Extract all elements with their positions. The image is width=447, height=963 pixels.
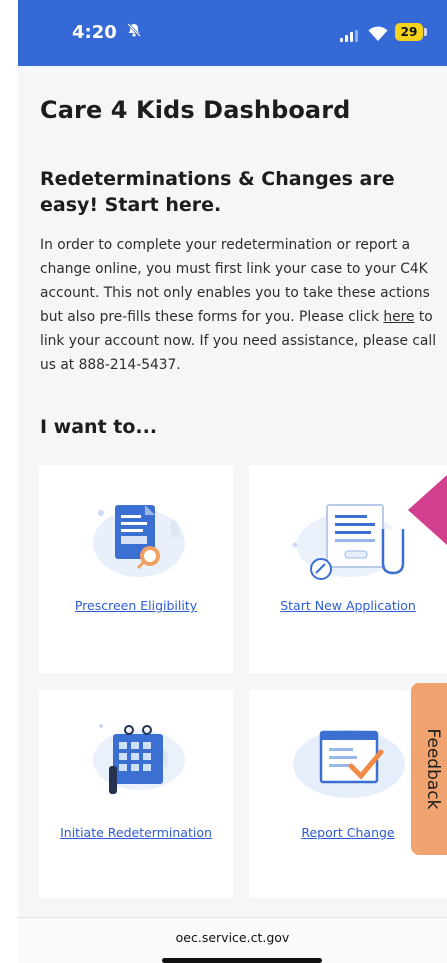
card-initiate-redetermination[interactable]: Initiate Redetermination bbox=[39, 690, 233, 898]
bell-slash-icon bbox=[126, 22, 142, 42]
feedback-tab[interactable]: Feedback bbox=[411, 683, 447, 855]
calendar-icon bbox=[93, 724, 185, 794]
phone-screen: 4:20 29 Care 4 Kids Dashboard Redetermin… bbox=[18, 0, 447, 963]
card-prescreen-eligibility[interactable]: Prescreen Eligibility bbox=[39, 465, 233, 673]
status-time: 4:20 bbox=[72, 22, 117, 43]
link-account-link[interactable]: here bbox=[383, 309, 414, 325]
page-subtitle: Redeterminations & Changes are easy! Sta… bbox=[40, 168, 395, 216]
feedback-label: Feedback bbox=[423, 728, 443, 810]
initiate-redetermination-link[interactable]: Initiate Redetermination bbox=[39, 825, 233, 840]
battery-tip bbox=[424, 28, 427, 36]
section-heading: I want to... bbox=[40, 416, 158, 438]
status-bar: 4:20 29 bbox=[18, 0, 447, 66]
intro-paragraph: In order to complete your redeterminatio… bbox=[40, 233, 444, 377]
cellular-signal-icon bbox=[340, 30, 360, 42]
battery-indicator: 29 bbox=[395, 23, 423, 41]
wifi-icon bbox=[367, 24, 389, 42]
intro-text-before: In order to complete your redeterminatio… bbox=[40, 237, 430, 325]
prescreen-eligibility-link[interactable]: Prescreen Eligibility bbox=[39, 598, 233, 613]
page-title: Care 4 Kids Dashboard bbox=[40, 96, 351, 124]
url-text: oec.service.ct.gov bbox=[175, 930, 290, 945]
document-search-icon bbox=[93, 505, 185, 577]
start-new-application-link[interactable]: Start New Application bbox=[249, 598, 447, 613]
browser-url-bar[interactable]: oec.service.ct.gov bbox=[18, 917, 447, 963]
pink-triangle-decoration bbox=[408, 475, 447, 545]
home-indicator[interactable] bbox=[162, 958, 322, 963]
